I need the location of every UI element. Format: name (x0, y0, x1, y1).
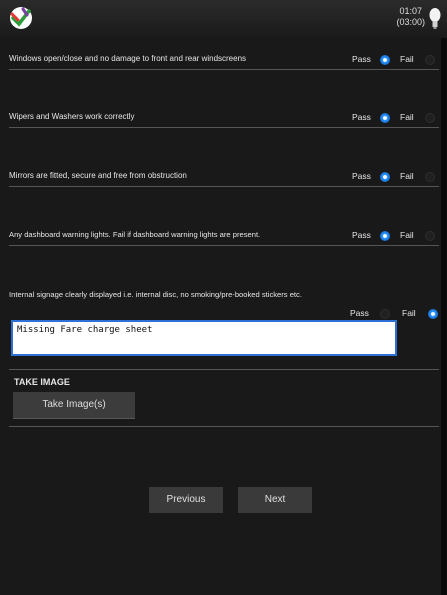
pass-label: Pass (352, 230, 371, 240)
divider (9, 426, 439, 427)
checklist-item: Wipers and Washers work correctly Pass F… (9, 112, 439, 126)
divider (9, 369, 439, 370)
divider (9, 69, 439, 70)
next-button[interactable]: Next (238, 487, 312, 513)
lightbulb-icon[interactable] (429, 7, 441, 31)
checklist-item: Internal signage clearly displayed i.e. … (9, 290, 439, 320)
timer-remaining: (03:00) (396, 17, 425, 27)
fail-radio[interactable] (425, 231, 435, 241)
pass-label: Pass (350, 308, 369, 318)
divider (9, 245, 439, 246)
fail-radio[interactable] (428, 309, 438, 319)
question-text: Mirrors are fitted, secure and free from… (9, 171, 187, 180)
scrollbar[interactable] (441, 38, 447, 595)
checklist-item: Any dashboard warning lights. Fail if da… (9, 230, 439, 244)
question-text: Windows open/close and no damage to fron… (9, 54, 247, 63)
fail-label: Fail (402, 308, 416, 318)
checklist-item: Mirrors are fitted, secure and free from… (9, 171, 439, 185)
divider (9, 186, 439, 187)
pass-radio[interactable] (380, 113, 390, 123)
question-text: Wipers and Washers work correctly (9, 112, 135, 121)
question-text: Internal signage clearly displayed i.e. … (9, 290, 302, 299)
pass-radio[interactable] (380, 172, 390, 182)
timer-time: 01:07 (399, 6, 422, 16)
timer-display: 01:07 (03:00) (396, 6, 425, 28)
previous-button[interactable]: Previous (149, 487, 223, 513)
pass-radio[interactable] (380, 231, 390, 241)
fail-label: Fail (400, 112, 414, 122)
notes-field[interactable]: Missing Fare charge sheet (11, 320, 397, 356)
fail-radio[interactable] (425, 113, 435, 123)
fail-label: Fail (400, 54, 414, 64)
fail-label: Fail (400, 230, 414, 240)
divider (9, 127, 439, 128)
fail-radio[interactable] (425, 55, 435, 65)
pass-radio[interactable] (380, 309, 390, 319)
fail-radio[interactable] (425, 172, 435, 182)
checklist-item: Windows open/close and no damage to fron… (9, 54, 439, 68)
pass-radio[interactable] (380, 55, 390, 65)
top-bar: 01:07 (03:00) (0, 0, 447, 39)
take-image-heading: TAKE IMAGE (14, 377, 70, 387)
pass-label: Pass (352, 54, 371, 64)
pass-label: Pass (352, 171, 371, 181)
app-logo-icon (10, 7, 32, 29)
take-image-button[interactable]: Take Image(s) (13, 392, 135, 419)
question-text: Any dashboard warning lights. Fail if da… (9, 230, 261, 239)
pass-label: Pass (352, 112, 371, 122)
fail-label: Fail (400, 171, 414, 181)
